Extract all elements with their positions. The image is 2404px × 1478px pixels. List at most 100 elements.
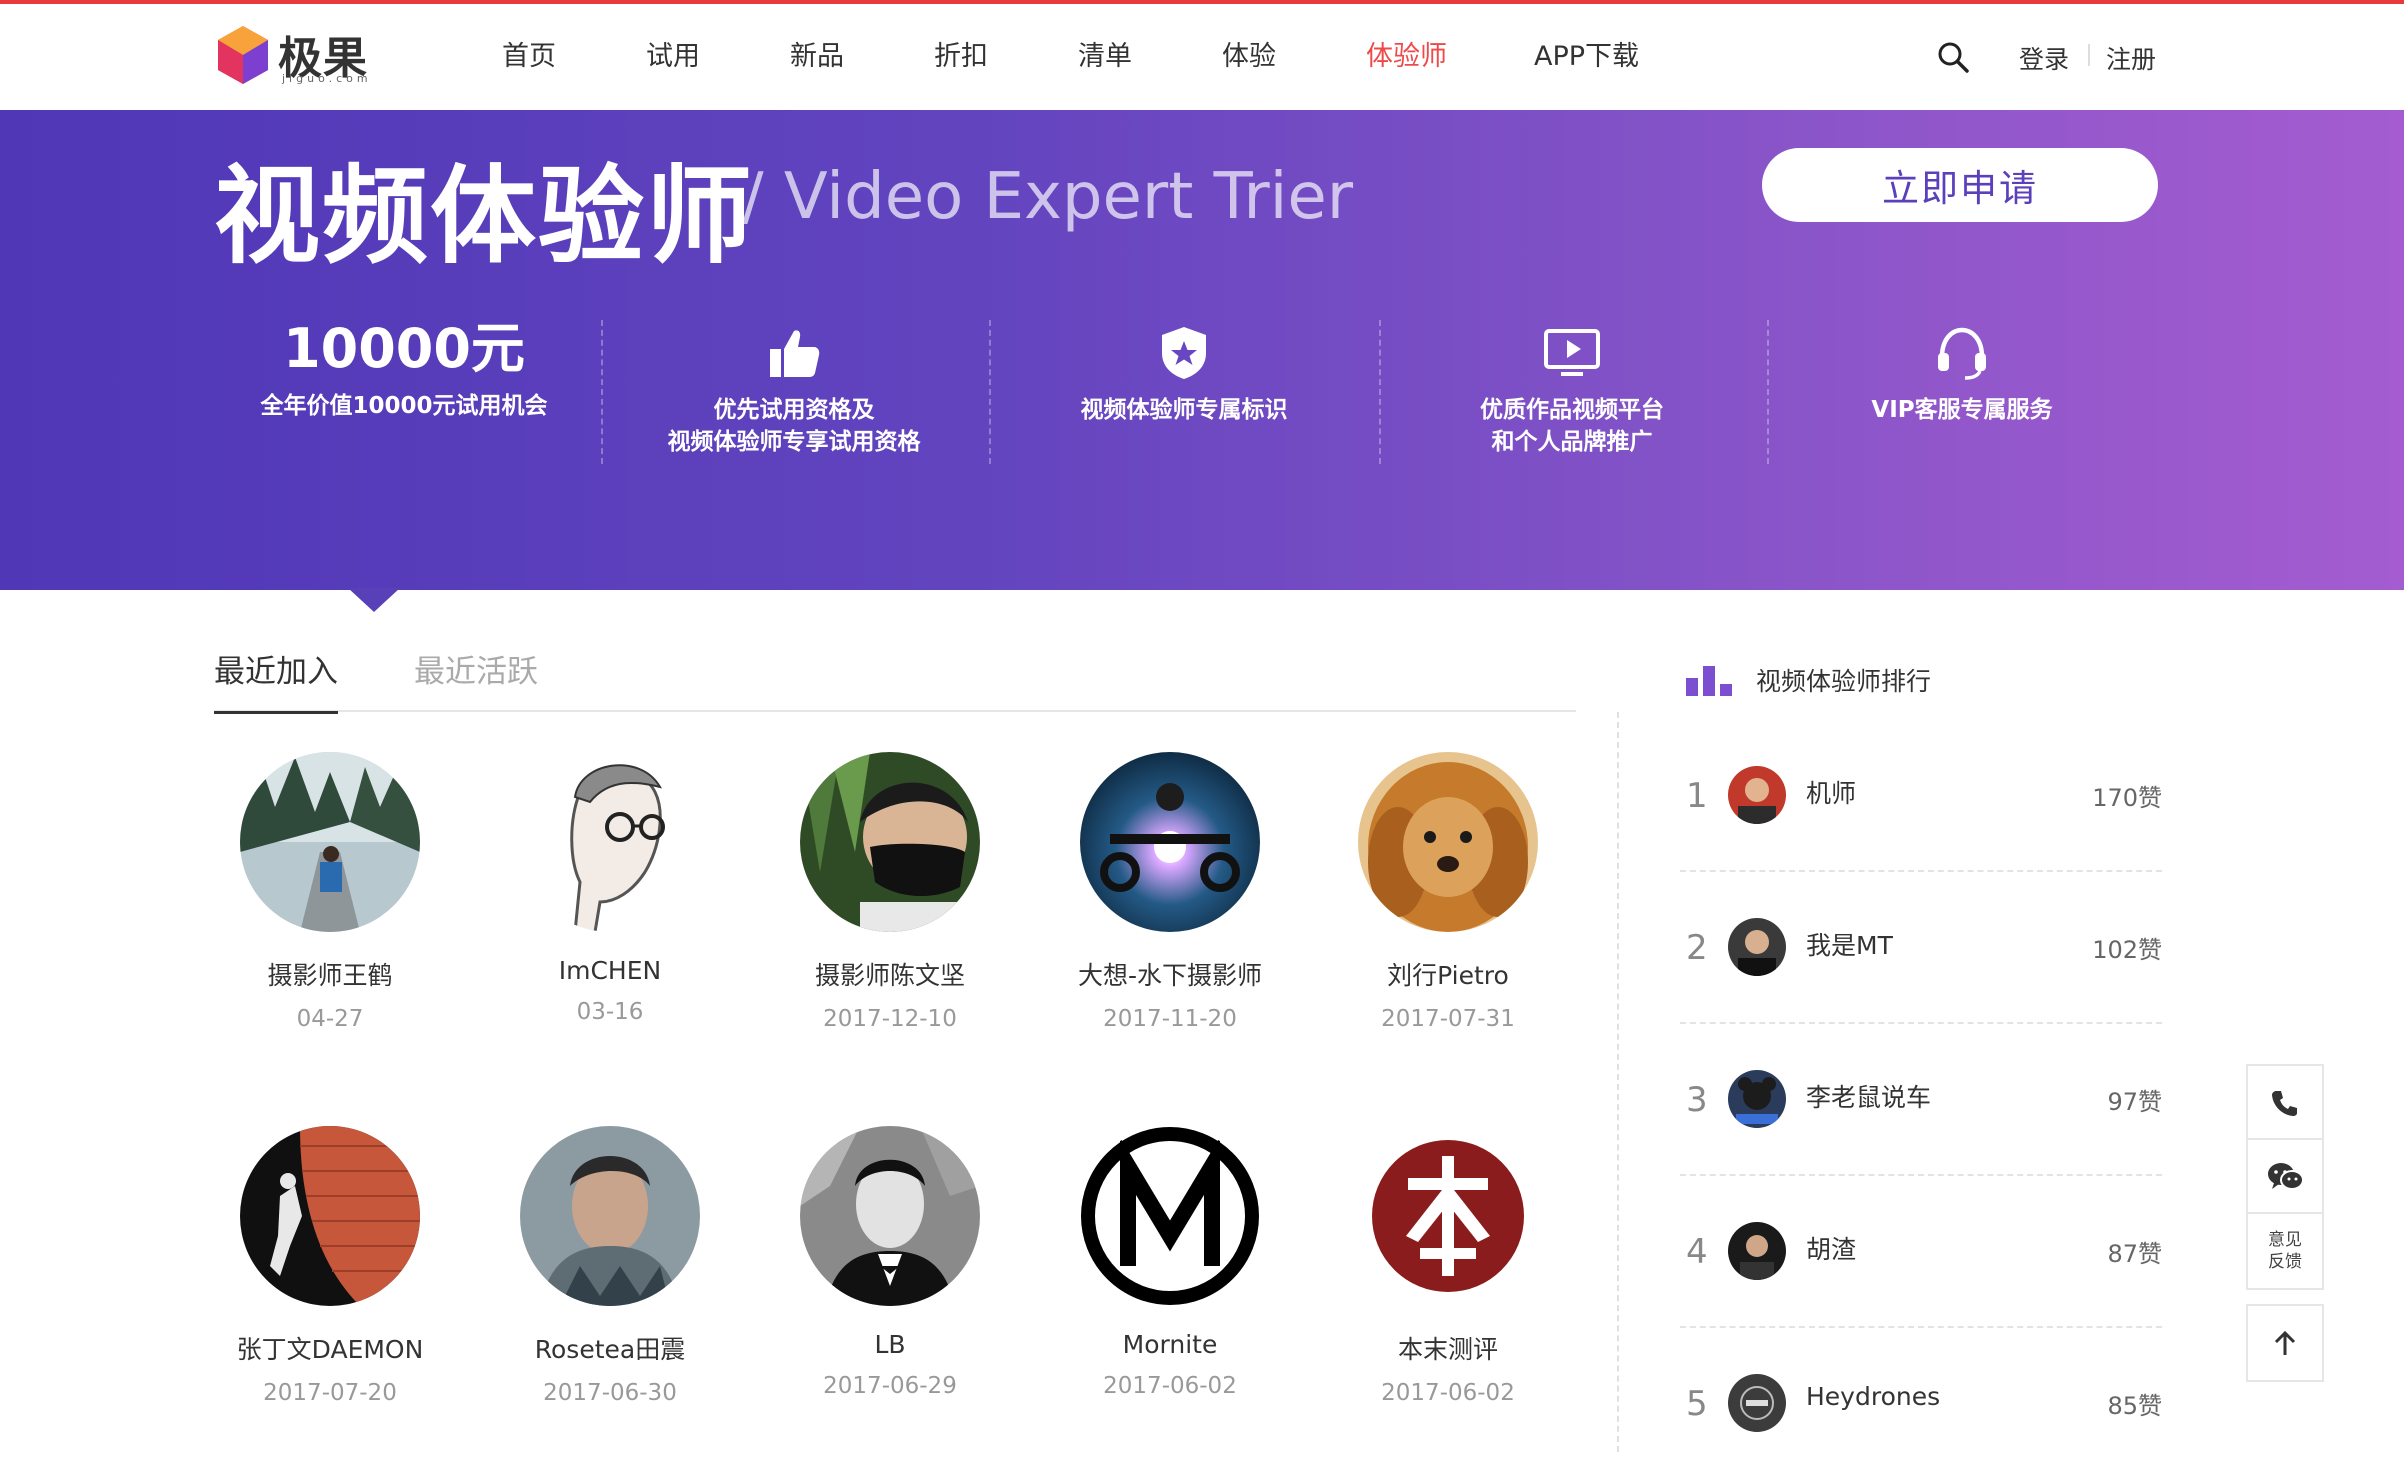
login-link[interactable]: 登录 — [2019, 40, 2069, 76]
arrow-up-icon — [2274, 1330, 2296, 1355]
user-name[interactable]: 大想-水下摄影师 — [1040, 956, 1300, 992]
join-date: 2017-06-02 — [1103, 1373, 1237, 1399]
logo[interactable]: 极果 jiguo.com — [212, 24, 382, 92]
tab-recent-joined[interactable]: 最近加入 — [214, 646, 338, 714]
user-name[interactable]: LB — [760, 1330, 1020, 1359]
user-name[interactable]: ImCHEN — [480, 956, 740, 985]
user-card[interactable]: 大想-水下摄影师 2017-11-20 — [1040, 752, 1300, 1032]
rank-user-name[interactable]: 我是MT — [1806, 926, 1893, 962]
user-card[interactable]: 刘行Pietro 2017-07-31 — [1318, 752, 1578, 1032]
benefit-label: 优先试用资格及 视频体验师专享试用资格 — [667, 397, 921, 455]
avatar[interactable] — [1358, 752, 1538, 932]
thumbs-up-icon — [604, 322, 984, 384]
join-date: 2017-06-30 — [543, 1380, 677, 1406]
avatar[interactable] — [1358, 1126, 1538, 1306]
ranking-row[interactable]: 4 胡渣 87赞 — [1680, 1174, 2162, 1328]
rank-user-name[interactable]: 胡渣 — [1806, 1230, 1856, 1266]
avatar[interactable] — [520, 1126, 700, 1306]
nav-item-experts[interactable]: 体验师 — [1366, 34, 1447, 73]
rank-number: 3 — [1686, 1080, 1708, 1120]
logo-mark-icon — [218, 26, 268, 84]
banner-pointer — [348, 588, 400, 612]
rank-number: 5 — [1686, 1384, 1708, 1424]
video-screen-icon — [1382, 322, 1762, 384]
feedback-label: 意见 反馈 — [2268, 1230, 2302, 1272]
avatar[interactable] — [1728, 1070, 1786, 1128]
user-card[interactable]: 张丁文DAEMON 2017-07-20 — [200, 1126, 460, 1406]
avatar[interactable] — [1080, 752, 1260, 932]
user-card[interactable]: 摄影师王鹤 04-27 — [200, 752, 460, 1032]
column-divider — [1617, 712, 1619, 1452]
benefit-divider — [601, 320, 603, 464]
avatar[interactable] — [520, 752, 700, 932]
like-count: 102赞 — [2092, 936, 2162, 964]
user-card[interactable]: LB 2017-06-29 — [760, 1126, 1020, 1399]
rank-user-name[interactable]: 机师 — [1806, 774, 1856, 810]
user-name[interactable]: Mornite — [1040, 1330, 1300, 1359]
ranking-row[interactable]: 1 机师 170赞 — [1680, 718, 2162, 872]
nav-item-app-download[interactable]: APP下载 — [1534, 34, 1639, 73]
ranking-row[interactable]: 3 李老鼠说车 97赞 — [1680, 1022, 2162, 1176]
search-icon[interactable] — [1936, 40, 1970, 74]
user-name[interactable]: Rosetea田震 — [480, 1330, 740, 1366]
avatar[interactable] — [240, 1126, 420, 1306]
ranking-row[interactable]: 2 我是MT 102赞 — [1680, 870, 2162, 1024]
rank-user-name[interactable]: Heydrones — [1806, 1382, 1940, 1411]
avatar[interactable] — [800, 1126, 980, 1306]
feedback-button[interactable]: 意见 反馈 — [2246, 1212, 2324, 1290]
benefit-label: 全年价值10000元试用机会 — [260, 393, 548, 419]
hero-banner: 视频体验师 / Video Expert Trier 立即申请 10000元 全… — [0, 110, 2404, 590]
join-date: 2017-06-02 — [1381, 1380, 1515, 1406]
avatar[interactable] — [1728, 1222, 1786, 1280]
tab-bar: 最近加入 最近活跃 — [214, 640, 1576, 714]
nav-item-discount[interactable]: 折扣 — [934, 34, 988, 73]
avatar[interactable] — [240, 752, 420, 932]
user-name[interactable]: 本末测评 — [1318, 1330, 1578, 1366]
benefit-label: 视频体验师专属标识 — [1080, 397, 1288, 423]
nav-item-experience[interactable]: 体验 — [1222, 34, 1276, 73]
like-count: 97赞 — [2107, 1088, 2162, 1116]
avatar[interactable] — [1728, 1374, 1786, 1432]
headset-icon — [1772, 322, 2152, 384]
user-card[interactable]: 摄影师陈文坚 2017-12-10 — [760, 752, 1020, 1032]
user-name[interactable]: 摄影师陈文坚 — [760, 956, 1020, 992]
join-date: 03-16 — [576, 999, 644, 1025]
logo-subtext: jiguo.com — [282, 72, 372, 85]
user-card[interactable]: ImCHEN 03-16 — [480, 752, 740, 1025]
back-to-top-button[interactable] — [2246, 1304, 2324, 1382]
benefit-item-value: 10000元 全年价值10000元试用机会 — [214, 318, 594, 422]
user-card[interactable]: 本末测评 2017-06-02 — [1318, 1126, 1578, 1406]
benefit-item-vip-service: VIP客服专属服务 — [1772, 322, 2152, 426]
phone-icon — [2272, 1091, 2297, 1116]
benefit-label: VIP客服专属服务 — [1871, 397, 2053, 423]
avatar[interactable] — [800, 752, 980, 932]
user-card[interactable]: Mornite 2017-06-02 — [1040, 1126, 1300, 1399]
join-date: 2017-12-10 — [823, 1006, 957, 1032]
phone-button[interactable] — [2246, 1064, 2324, 1142]
header: 极果 jiguo.com 首页 试用 新品 折扣 清单 体验 体验师 APP下载… — [0, 4, 2404, 110]
apply-now-button[interactable]: 立即申请 — [1762, 148, 2158, 222]
like-count: 85赞 — [2107, 1392, 2162, 1420]
ranking-row[interactable]: 5 Heydrones 85赞 — [1680, 1326, 2162, 1478]
avatar[interactable] — [1728, 766, 1786, 824]
nav-item-list[interactable]: 清单 — [1078, 34, 1132, 73]
wechat-button[interactable] — [2246, 1138, 2324, 1216]
nav-item-home[interactable]: 首页 — [502, 34, 556, 73]
nav-item-new[interactable]: 新品 — [790, 34, 844, 73]
user-name[interactable]: 张丁文DAEMON — [200, 1330, 460, 1366]
user-name[interactable]: 刘行Pietro — [1318, 956, 1578, 992]
tab-recent-active[interactable]: 最近活跃 — [414, 646, 538, 691]
user-card[interactable]: Rosetea田震 2017-06-30 — [480, 1126, 740, 1406]
page-subtitle: / Video Expert Trier — [742, 160, 1354, 234]
join-date: 2017-11-20 — [1103, 1006, 1237, 1032]
avatar[interactable] — [1080, 1126, 1260, 1306]
avatar[interactable] — [1728, 918, 1786, 976]
rank-number: 2 — [1686, 928, 1708, 968]
user-name[interactable]: 摄影师王鹤 — [200, 956, 460, 992]
benefit-divider — [1379, 320, 1381, 464]
page-title: 视频体验师 — [214, 155, 754, 278]
rank-user-name[interactable]: 李老鼠说车 — [1806, 1078, 1931, 1114]
register-link[interactable]: 注册 — [2106, 40, 2156, 76]
ranking-title: 视频体验师排行 — [1756, 667, 1932, 696]
nav-item-trial[interactable]: 试用 — [646, 34, 700, 73]
